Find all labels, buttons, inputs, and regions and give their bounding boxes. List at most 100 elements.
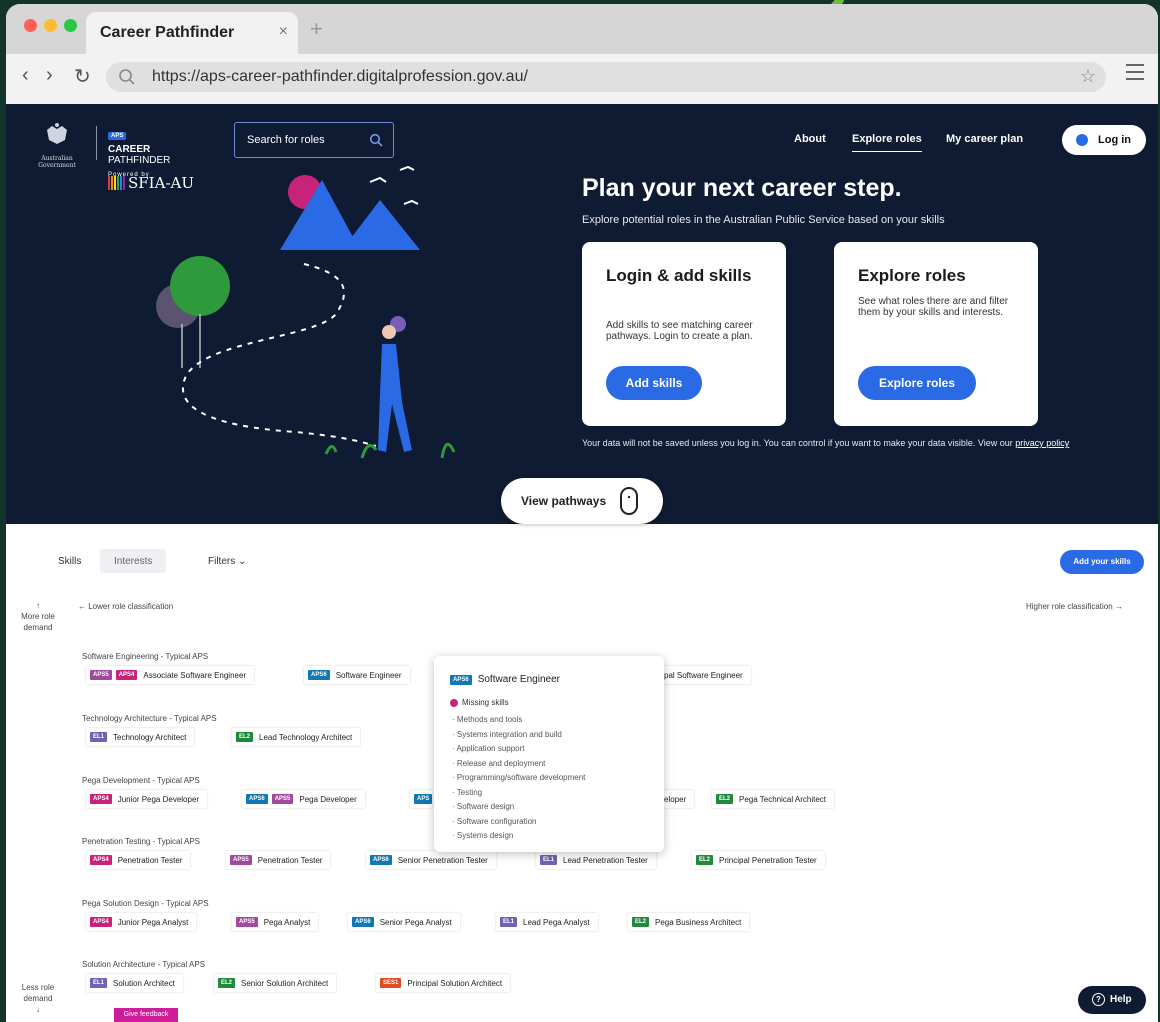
australian-government-logo[interactable]: Australian Government (22, 122, 92, 169)
hero-subtitle: Explore potential roles in the Australia… (582, 214, 945, 226)
address-bar[interactable]: https://aps-career-pathfinder.digitalpro… (106, 62, 1106, 92)
view-pathways-button[interactable]: View pathways (501, 478, 663, 524)
role-senior-pega-analyst[interactable]: APS6 Senior Pega Analyst (348, 913, 460, 931)
role-label: Principal Penetration Tester (719, 855, 817, 865)
nav-explore-roles[interactable]: Explore roles (852, 133, 922, 152)
level-badge: APS4 (90, 794, 112, 804)
help-icon: ? (1092, 993, 1105, 1006)
add-skills-button[interactable]: Add skills (606, 366, 702, 400)
login-button[interactable]: Log in (1062, 125, 1146, 155)
role-senior-solution-architect[interactable]: EL2 Senior Solution Architect (214, 974, 337, 992)
role-label: Senior Penetration Tester (397, 855, 488, 865)
forward-button[interactable]: › (46, 64, 53, 87)
browser-tab[interactable]: Career Pathfinder × (86, 12, 298, 54)
missing-skills-heading: Missing skills (450, 698, 509, 707)
role-senior-pega-developer[interactable]: APS (410, 790, 433, 808)
privacy-policy-link[interactable]: privacy policy (1015, 438, 1069, 448)
role-search-input[interactable] (247, 134, 357, 146)
group-solution-architecture: Solution Architecture - Typical APS (82, 960, 206, 969)
minimize-window-button[interactable] (44, 19, 57, 32)
add-your-skills-button[interactable]: Add your skills (1060, 550, 1144, 574)
role-label: Pega Analyst (263, 917, 311, 927)
missing-icon (450, 698, 458, 707)
list-item: · Methods and tools (452, 715, 523, 724)
level-badge: APS4 (90, 917, 112, 927)
level-badge: APS (414, 794, 433, 804)
role-junior-pega-analyst[interactable]: APS4 Junior Pega Analyst (86, 913, 197, 931)
new-tab-button[interactable]: + (310, 16, 323, 42)
role-senior-penetration-tester[interactable]: APS6 Senior Penetration Tester (366, 851, 496, 869)
role-associate-software-engineer[interactable]: APS5 APS4 Associate Software Engineer (86, 666, 255, 684)
level-badge: APS6 (246, 794, 268, 804)
help-button[interactable]: ? Help (1078, 986, 1146, 1014)
role-lead-technology-architect[interactable]: EL2 Lead Technology Architect (232, 728, 361, 746)
explore-roles-button[interactable]: Explore roles (858, 366, 976, 400)
role-search-box[interactable] (234, 122, 394, 158)
level-badge: EL1 (90, 978, 108, 988)
role-penetration-tester-aps4[interactable]: APS4 Penetration Tester (86, 851, 191, 869)
tab-close-icon[interactable]: × (279, 23, 288, 41)
less-demand-text: Less role demand (21, 983, 55, 1003)
nav-my-career-plan[interactable]: My career plan (946, 133, 1023, 145)
role-label: Penetration Tester (257, 855, 323, 865)
level-badge: APS6 (352, 917, 374, 927)
scroll-mouse-icon (620, 487, 638, 515)
level-badge: APS5 (236, 917, 258, 927)
browser-window: Career Pathfinder × + ‹ › ↻ https://aps-… (6, 4, 1158, 1022)
help-label: Help (1110, 994, 1132, 1005)
level-badge: APS6 (308, 670, 330, 680)
higher-classification-label: Higher role classification → (1026, 602, 1123, 611)
sfia-bars-icon (108, 176, 125, 190)
role-technology-architect[interactable]: EL1 Technology Architect (86, 728, 195, 746)
more-demand-text: More role demand (21, 612, 55, 632)
role-pega-business-architect[interactable]: EL2 Pega Business Architect (628, 913, 750, 931)
maximize-window-button[interactable] (64, 19, 77, 32)
tab-interests[interactable]: Interests (100, 549, 167, 573)
lower-classification-label: ← Lower role classification (78, 602, 174, 611)
group-pega-solution-design: Pega Solution Design - Typical APS (82, 899, 209, 908)
back-button[interactable]: ‹ (22, 64, 29, 87)
nav-about[interactable]: About (794, 133, 826, 145)
brand-divider (96, 126, 97, 160)
group-penetration-testing: Penetration Testing - Typical APS (82, 837, 200, 846)
role-label: pal Software Engineer (664, 670, 743, 680)
role-label: Lead Pega Analyst (523, 917, 590, 927)
role-principal-penetration-tester[interactable]: EL2 Principal Penetration Tester (692, 851, 825, 869)
search-icon[interactable] (369, 133, 383, 147)
tab-skills[interactable]: Skills (58, 556, 81, 567)
privacy-text: Your data will not be saved unless you l… (582, 438, 1013, 448)
view-pathways-label: View pathways (521, 494, 607, 508)
filters-dropdown[interactable]: Filters ⌄ (208, 556, 246, 567)
url-text: https://aps-career-pathfinder.digitalpro… (152, 68, 528, 85)
close-window-button[interactable] (24, 19, 37, 32)
role-label: Pega Developer (299, 794, 357, 804)
give-feedback-button[interactable]: Give feedback (114, 1008, 178, 1022)
card-title: Explore roles (858, 266, 966, 285)
role-software-engineer[interactable]: APS6 Software Engineer (304, 666, 410, 684)
role-pega-technical-architect[interactable]: EL2 Pega Technical Architect (712, 790, 835, 808)
bookmark-star-icon[interactable]: ☆ (1080, 66, 1096, 87)
role-principal-solution-architect[interactable]: SES1 Principal Solution Architect (376, 974, 511, 992)
hero-section: Australian Government APS CAREER PATHFIN… (6, 104, 1158, 524)
role-pega-analyst[interactable]: APS5 Pega Analyst (232, 913, 319, 931)
role-lead-pega-analyst[interactable]: EL1 Lead Pega Analyst (496, 913, 598, 931)
group-technology-architecture: Technology Architecture - Typical APS (82, 714, 217, 723)
role-label: Solution Architect (113, 978, 175, 988)
list-item: · Application support (452, 744, 525, 753)
role-principal-software-engineer[interactable]: pal Software Engineer (658, 666, 751, 684)
role-solution-architect[interactable]: EL1 Solution Architect (86, 974, 183, 992)
web-page: Australian Government APS CAREER PATHFIN… (6, 104, 1158, 1022)
role-lead-penetration-tester[interactable]: EL1 Lead Penetration Tester (536, 851, 656, 869)
hero-illustration (156, 165, 456, 459)
browser-menu-icon[interactable] (1126, 64, 1144, 80)
role-pega-developer[interactable]: APS6 APS5 Pega Developer (242, 790, 365, 808)
role-penetration-tester-aps5[interactable]: APS5 Penetration Tester (226, 851, 331, 869)
coat-of-arms-icon (47, 123, 67, 144)
reload-button[interactable]: ↻ (74, 64, 91, 89)
level-badge: APS4 (115, 670, 138, 680)
list-item: · Systems integration and build (452, 729, 562, 739)
role-junior-pega-developer[interactable]: APS4 Junior Pega Developer (86, 790, 208, 808)
level-badge: APS5 (271, 794, 294, 804)
list-item: · Release and deployment (452, 758, 546, 768)
less-role-demand-label: Less role demand ↓ (21, 983, 55, 1014)
